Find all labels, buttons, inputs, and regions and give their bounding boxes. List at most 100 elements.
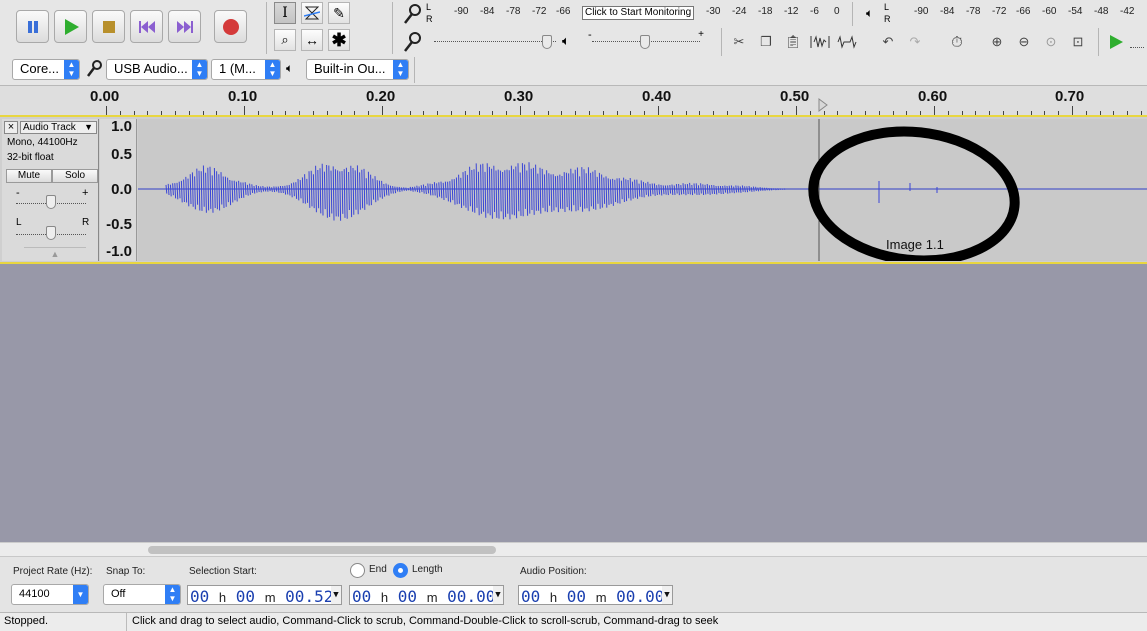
waveform-stroke (235, 181, 238, 202)
input-volume-slider[interactable] (434, 33, 558, 51)
audio-position-label: Audio Position: (520, 566, 587, 577)
play-meter-speaker-icon[interactable]: 🔈︎ (866, 6, 882, 22)
output-volume-thumb[interactable] (640, 35, 650, 49)
waveform-stroke (332, 166, 335, 221)
waveform-stroke (301, 177, 304, 204)
zoom-out-button[interactable]: ⊖ (1012, 31, 1036, 53)
record-button[interactable] (214, 10, 247, 43)
sync-lock-button[interactable]: ⏱︎ (945, 31, 969, 53)
waveform-stroke (244, 182, 247, 195)
play-speed-slider[interactable] (1130, 36, 1144, 48)
selection-length-time[interactable]: 00 h 00 m 00.000 s ▼ (349, 585, 504, 605)
draw-tool-button[interactable]: ✎ (328, 2, 350, 24)
paste-button[interactable]: 📋︎ (781, 31, 805, 53)
pause-button[interactable] (16, 10, 49, 43)
input-volume-thumb[interactable] (542, 35, 552, 49)
skip-to-start-button[interactable] (130, 10, 163, 43)
waveform-stroke (572, 173, 575, 206)
amplitude-ruler[interactable]: 1.0 0.5 0.0 -0.5 -1.0 (100, 118, 137, 261)
redo-icon: ↷ (909, 34, 921, 49)
record-meter-button[interactable] (402, 2, 426, 26)
snap-to-select[interactable]: Off ▲ ▼ (103, 584, 181, 605)
time-shift-tool-button[interactable]: ↔ (301, 29, 323, 51)
waveform-stroke (680, 185, 683, 195)
waveform-stroke (728, 185, 731, 194)
ruler-label: 0.20 (366, 88, 396, 105)
waveform-stroke (504, 170, 507, 218)
timeline-ruler[interactable]: 0.00 0.10 0.20 0.30 0.40 0.50 0.60 0.70 (0, 86, 1147, 116)
track-control-panel[interactable]: × Audio Track ▼ Mono, 44100Hz 32-bit flo… (2, 119, 99, 261)
waveform-stroke (279, 185, 282, 194)
multi-tool-button[interactable]: ✱ (328, 29, 350, 51)
waveform-stroke (194, 176, 196, 210)
waveform-stroke (695, 183, 698, 195)
waveform-stroke (691, 184, 694, 196)
mute-button[interactable]: Mute (6, 169, 52, 183)
waveform-stroke (526, 170, 529, 216)
pan-slider-thumb[interactable] (46, 226, 56, 240)
length-radio[interactable] (393, 563, 408, 578)
audio-track[interactable]: × Audio Track ▼ Mono, 44100Hz 32-bit flo… (0, 115, 1147, 264)
format-menu-arrow-icon[interactable]: ▼ (493, 586, 503, 604)
selection-tool-button[interactable]: I (274, 2, 296, 24)
waveform-stroke (202, 165, 205, 207)
selection-start-time[interactable]: 00 h 00 m 00.520 s ▼ (187, 585, 342, 605)
audio-host-select[interactable]: Core... ▲ ▼ (12, 59, 80, 80)
undo-icon: ↶ (882, 34, 894, 49)
playback-device-select[interactable]: Built-in Ou... ▲ ▼ (306, 59, 409, 80)
empty-track-area[interactable] (0, 266, 1147, 542)
format-menu-arrow-icon[interactable]: ▼ (331, 586, 341, 604)
project-rate-select[interactable]: 44100 ▼ (11, 584, 89, 605)
fit-project-button[interactable]: ⊡ (1066, 31, 1090, 53)
waveform-stroke (565, 172, 568, 208)
track-name-menu[interactable]: Audio Track ▼ (20, 121, 97, 134)
play-meter-scale[interactable]: -90 -84 -78 -72 -66 -60 -54 -48 -42 (896, 6, 1146, 20)
cut-button[interactable]: ✂ (727, 31, 751, 53)
unit-h: h (380, 590, 389, 605)
waveform-stroke (768, 187, 771, 191)
start-monitoring-tooltip[interactable]: Click to Start Monitoring (582, 6, 695, 20)
play-at-speed-button[interactable] (1104, 31, 1128, 53)
waveform-stroke (361, 169, 364, 209)
zoom-tool-button[interactable]: ⌕ (274, 29, 296, 51)
horizontal-scrollbar[interactable] (0, 542, 1147, 556)
gain-slider-thumb[interactable] (46, 195, 56, 209)
scrollbar-thumb[interactable] (148, 546, 496, 554)
undo-button[interactable]: ↶ (876, 31, 900, 53)
waveform-stroke (471, 169, 474, 212)
play-button[interactable] (54, 10, 87, 43)
zoom-in-button[interactable]: ⊕ (985, 31, 1009, 53)
waveform-stroke (704, 184, 707, 195)
audio-position-time[interactable]: 00 h 00 m 00.000 s ▼ (518, 585, 673, 605)
slider-minus: - (588, 29, 592, 41)
end-radio[interactable] (350, 563, 365, 578)
redo-button[interactable]: ↷ (903, 31, 927, 53)
unit-m: m (595, 590, 607, 605)
fit-selection-button[interactable]: ⊙ (1039, 31, 1063, 53)
recording-device-select[interactable]: USB Audio... ▲ ▼ (106, 59, 208, 80)
amplitude-label: 0.5 (111, 146, 132, 163)
ruler-label: 0.10 (228, 88, 258, 105)
stop-button[interactable] (92, 10, 125, 43)
collapse-track-button[interactable]: ▲ (24, 247, 86, 259)
trim-button[interactable] (808, 31, 832, 53)
playback-device-value: Built-in Ou... (314, 61, 386, 76)
format-menu-arrow-icon[interactable]: ▼ (662, 586, 672, 604)
solo-button[interactable]: Solo (52, 169, 98, 183)
silence-button[interactable] (835, 31, 859, 53)
envelope-tool-button[interactable] (301, 2, 323, 24)
copy-button[interactable]: ❐ (754, 31, 778, 53)
waveform-stroke (711, 184, 713, 194)
waveform-stroke (367, 171, 370, 206)
waveform-stroke (678, 183, 680, 196)
waveform-stroke (425, 185, 427, 195)
waveform-stroke (275, 186, 278, 192)
track-close-button[interactable]: × (4, 121, 18, 134)
play-head-marker-icon[interactable] (818, 98, 828, 112)
meter-tick: -24 (732, 6, 747, 17)
waveform-stroke (506, 169, 509, 214)
recording-channels-select[interactable]: 1 (M... ▲ ▼ (211, 59, 281, 80)
waveform-area[interactable]: Image 1.1 (138, 119, 1147, 261)
skip-to-end-button[interactable] (168, 10, 201, 43)
output-volume-slider[interactable]: - + (588, 29, 706, 51)
